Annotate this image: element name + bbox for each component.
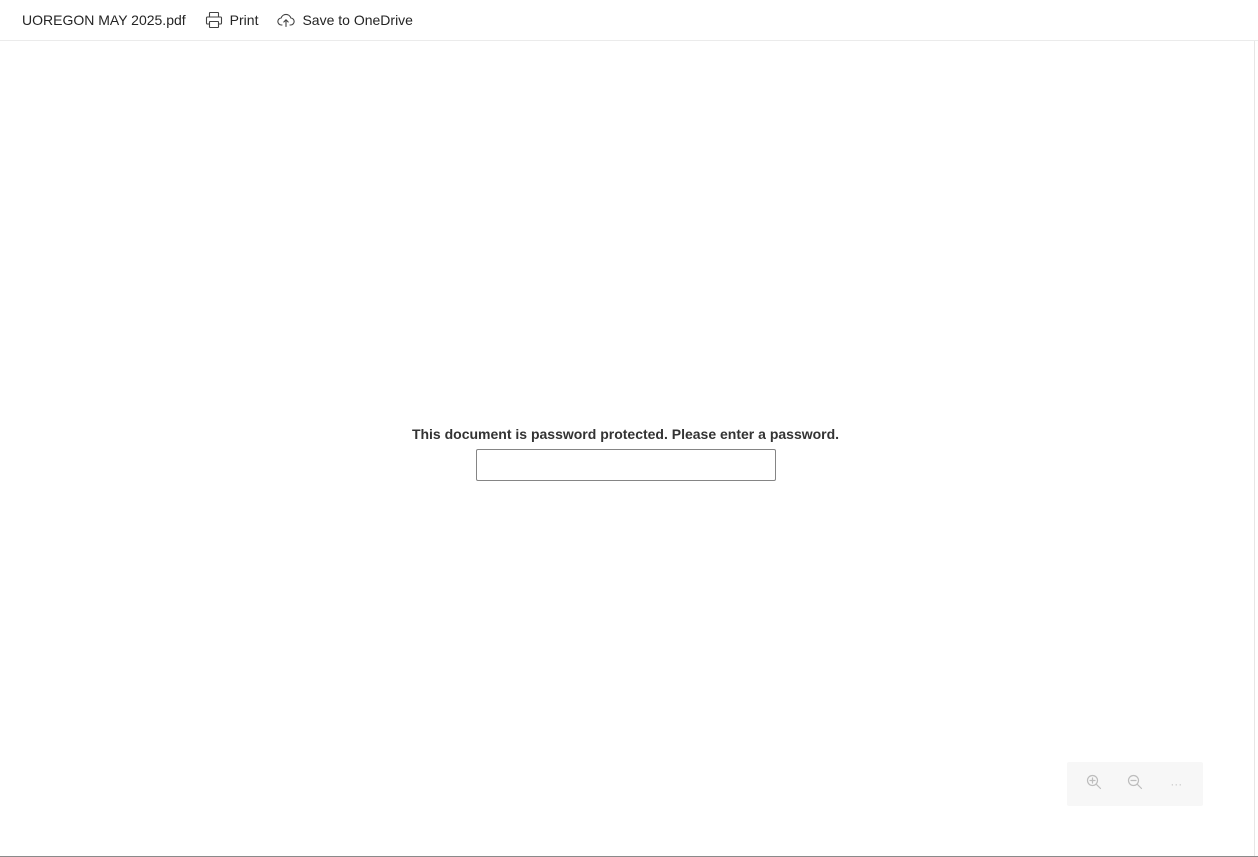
password-input[interactable]	[475, 449, 776, 481]
pdf-viewer: UOREGON MAY 2025.pdf Print Save to OneDr…	[0, 0, 1258, 857]
zoom-out-button[interactable]	[1120, 769, 1150, 799]
password-dialog: This document is password protected. Ple…	[0, 424, 1251, 481]
zoom-in-icon	[1086, 774, 1102, 795]
cloud-upload-icon	[277, 11, 296, 29]
zoom-in-button[interactable]	[1079, 769, 1109, 799]
save-label: Save to OneDrive	[302, 12, 413, 28]
save-to-onedrive-button[interactable]: Save to OneDrive	[277, 5, 413, 35]
print-label: Print	[229, 12, 259, 28]
printer-icon	[205, 11, 223, 29]
file-name: UOREGON MAY 2025.pdf	[22, 12, 186, 28]
print-button[interactable]: Print	[205, 5, 259, 35]
scrollbar-track[interactable]	[1254, 41, 1255, 856]
password-prompt: This document is password protected. Ple…	[411, 426, 840, 442]
toolbar: UOREGON MAY 2025.pdf Print Save to OneDr…	[0, 0, 1258, 41]
more-options-icon: ···	[1170, 777, 1183, 791]
zoom-out-icon	[1127, 774, 1143, 795]
more-options-button[interactable]: ···	[1161, 769, 1191, 799]
zoom-controls: ···	[1067, 762, 1203, 806]
